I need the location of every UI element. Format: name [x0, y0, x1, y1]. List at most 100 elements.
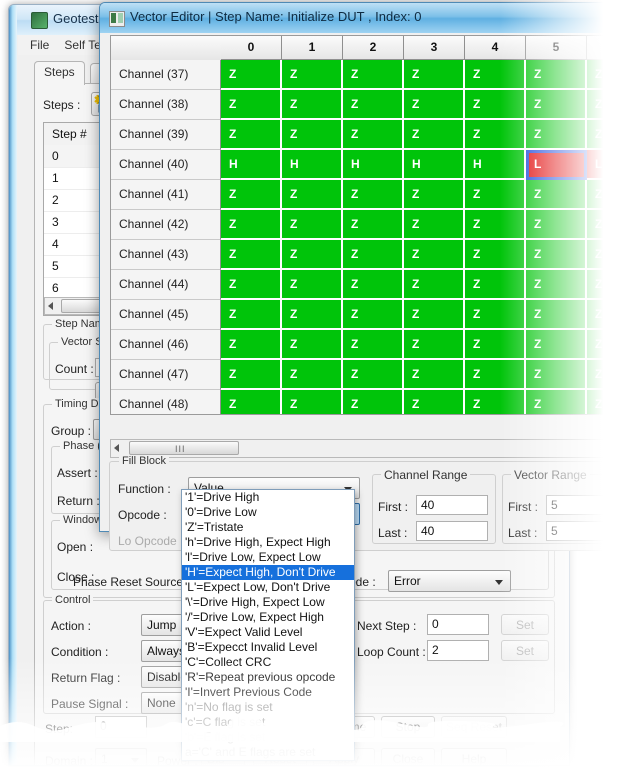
- vector-cell[interactable]: Z: [587, 180, 620, 210]
- vector-grid[interactable]: 012345678Channel (37)ZZZZZZZZZChannel (3…: [110, 35, 620, 415]
- set-next-step-button[interactable]: Set: [501, 614, 549, 635]
- vector-cell[interactable]: Z: [282, 300, 343, 330]
- vector-cell[interactable]: Z: [587, 270, 620, 300]
- vector-column-header[interactable]: 5: [526, 36, 587, 60]
- vector-cell[interactable]: Z: [343, 270, 404, 300]
- opcode-option[interactable]: '1'=Drive High: [182, 490, 354, 505]
- vector-column-header[interactable]: 4: [465, 36, 526, 60]
- opcode-option[interactable]: 'Z'=Tristate: [182, 520, 354, 535]
- opcode-option[interactable]: '0'=Drive Low: [182, 505, 354, 520]
- vector-cell[interactable]: Z: [343, 210, 404, 240]
- step-field[interactable]: 0: [95, 716, 147, 738]
- vector-cell[interactable]: Z: [282, 90, 343, 120]
- vector-row-header[interactable]: Channel (39): [111, 120, 221, 150]
- vector-cell[interactable]: Z: [282, 360, 343, 390]
- vector-cell[interactable]: Z: [404, 360, 465, 390]
- vector-row-header[interactable]: Channel (40): [111, 150, 221, 180]
- vector-cell[interactable]: Z: [282, 60, 343, 90]
- menu-item-file[interactable]: File: [30, 38, 49, 52]
- vector-cell[interactable]: Z: [221, 240, 282, 270]
- vector-cell[interactable]: Z: [587, 90, 620, 120]
- vector-cell[interactable]: Z: [221, 300, 282, 330]
- close-button[interactable]: Close: [381, 748, 435, 765]
- vector-column-header[interactable]: 1: [282, 36, 343, 60]
- vector-cell[interactable]: Z: [221, 90, 282, 120]
- vector-cell[interactable]: Z: [465, 90, 526, 120]
- opcode-option[interactable]: 'h'=Drive High, Expect High: [182, 535, 354, 550]
- vector-cell[interactable]: Z: [343, 360, 404, 390]
- vector-row-header[interactable]: Channel (37): [111, 60, 221, 90]
- vector-cell[interactable]: Z: [526, 270, 587, 300]
- vector-cell[interactable]: Z: [404, 120, 465, 150]
- vector-cell[interactable]: Z: [526, 390, 587, 414]
- vector-cell[interactable]: Z: [343, 300, 404, 330]
- opcode-option[interactable]: 'H'=Expect High, Don't Drive: [182, 565, 354, 580]
- opcode-option[interactable]: 'I'=Invert Previous Code: [182, 685, 354, 700]
- opcode-option[interactable]: a='C' and E flags are set: [182, 745, 354, 760]
- vector-cell[interactable]: Z: [465, 240, 526, 270]
- opcode-dropdown-list[interactable]: '1'=Drive High '0'=Drive Low 'Z'=Tristate '…: [181, 489, 355, 761]
- opcode-option[interactable]: 'L'=Expect Low, Don't Drive: [182, 580, 354, 595]
- vector-cell[interactable]: Z: [343, 120, 404, 150]
- vector-cell[interactable]: Z: [465, 360, 526, 390]
- opcode-option[interactable]: '/'=Drive Low, Expect High: [182, 610, 354, 625]
- opcode-option[interactable]: 'R'=Repeat previous opcode: [182, 670, 354, 685]
- vector-cell[interactable]: Z: [587, 240, 620, 270]
- vector-cell[interactable]: Z: [587, 330, 620, 360]
- vector-cell[interactable]: Z: [465, 330, 526, 360]
- vector-column-header[interactable]: 3: [404, 36, 465, 60]
- opcode-option[interactable]: 'C'=Collect CRC: [182, 655, 354, 670]
- vector-cell[interactable]: Z: [587, 390, 620, 414]
- set-loop-count-button[interactable]: Set: [501, 640, 549, 661]
- vector-cell[interactable]: L: [587, 150, 620, 180]
- opcode-option[interactable]: 'l'=Drive Low, Expect Low: [182, 550, 354, 565]
- opcode-option[interactable]: 'b'=E flag is set: [182, 730, 354, 745]
- vector-cell[interactable]: Z: [465, 300, 526, 330]
- opcode-option[interactable]: 'B'=Expecct Invalid Level: [182, 640, 354, 655]
- vector-cell[interactable]: Z: [465, 210, 526, 240]
- vector-cell[interactable]: Z: [221, 330, 282, 360]
- vector-cell[interactable]: Z: [404, 330, 465, 360]
- vector-cell[interactable]: Z: [404, 90, 465, 120]
- vector-cell[interactable]: Z: [282, 180, 343, 210]
- vector-cell[interactable]: Z: [282, 330, 343, 360]
- scroll-left-arrow-icon[interactable]: [48, 302, 53, 310]
- vector-cell[interactable]: Z: [282, 270, 343, 300]
- vector-cell[interactable]: Z: [221, 60, 282, 90]
- opcode-option[interactable]: 'V'=Expect Valid Level: [182, 625, 354, 640]
- scrollbar-track[interactable]: III: [111, 440, 620, 456]
- vector-cell[interactable]: Z: [526, 360, 587, 390]
- vector-cell[interactable]: H: [404, 150, 465, 180]
- opcode-option[interactable]: 'n'=No flag is set: [182, 700, 354, 715]
- vector-cell[interactable]: L: [526, 150, 587, 180]
- vector-cell[interactable]: Z: [221, 180, 282, 210]
- scroll-left-arrow-icon[interactable]: [114, 444, 119, 452]
- vector-grid-hscrollbar[interactable]: III: [110, 439, 620, 458]
- opcode-option[interactable]: 'c'=C flag is set: [182, 715, 354, 730]
- vector-cell[interactable]: Z: [404, 60, 465, 90]
- vector-cell[interactable]: Z: [282, 120, 343, 150]
- vector-row-header[interactable]: Channel (45): [111, 300, 221, 330]
- next-step-field[interactable]: 0: [427, 614, 489, 635]
- vector-row-header[interactable]: Channel (47): [111, 360, 221, 390]
- vector-row-header[interactable]: Channel (46): [111, 330, 221, 360]
- vector-cell[interactable]: Z: [404, 210, 465, 240]
- opcode-option[interactable]: '\'=Drive High, Expect Low: [182, 595, 354, 610]
- vector-row-header[interactable]: Channel (42): [111, 210, 221, 240]
- vector-cell[interactable]: Z: [343, 330, 404, 360]
- seq-reset-button[interactable]: Seq Reset: [441, 716, 507, 738]
- chevron-down-icon[interactable]: [495, 580, 503, 585]
- vector-column-header[interactable]: 0: [221, 36, 282, 60]
- vector-cell[interactable]: Z: [465, 270, 526, 300]
- vector-cell[interactable]: Z: [343, 240, 404, 270]
- vector-cell[interactable]: Z: [587, 360, 620, 390]
- vector-cell[interactable]: Z: [343, 390, 404, 414]
- vector-last-field[interactable]: 5: [546, 521, 618, 541]
- vector-cell[interactable]: H: [343, 150, 404, 180]
- vector-cell[interactable]: Z: [221, 360, 282, 390]
- vector-cell[interactable]: Z: [282, 210, 343, 240]
- vector-cell[interactable]: Z: [526, 60, 587, 90]
- vector-cell[interactable]: H: [221, 150, 282, 180]
- channel-first-field[interactable]: 40: [416, 495, 488, 515]
- vector-cell[interactable]: Z: [221, 120, 282, 150]
